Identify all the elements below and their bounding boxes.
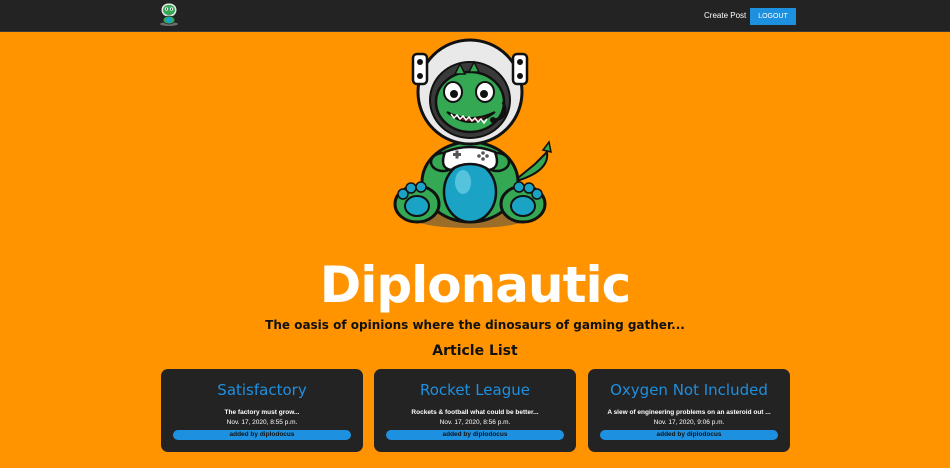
article-card-rocket-league[interactable]: Rocket League Rockets & football what co… bbox=[374, 369, 576, 452]
logout-button[interactable]: LOGOUT bbox=[750, 8, 796, 25]
article-author-badge: added by diplodocus bbox=[600, 430, 778, 440]
article-card-satisfactory[interactable]: Satisfactory The factory must grow... No… bbox=[161, 369, 363, 452]
astronaut-dinosaur-icon bbox=[393, 38, 552, 228]
site-tagline: The oasis of opinions where the dinosaur… bbox=[265, 318, 685, 332]
article-description: The factory must grow... bbox=[224, 409, 300, 416]
site-logo-icon[interactable] bbox=[158, 2, 180, 26]
article-date: Nov. 17, 2020, 8:56 p.m. bbox=[439, 419, 511, 426]
article-card-oxygen-not-included[interactable]: Oxygen Not Included A slew of engineerin… bbox=[588, 369, 790, 452]
article-title[interactable]: Oxygen Not Included bbox=[588, 381, 790, 399]
article-title[interactable]: Rocket League bbox=[374, 381, 576, 399]
article-title[interactable]: Satisfactory bbox=[161, 381, 363, 399]
article-date: Nov. 17, 2020, 8:55 p.m. bbox=[226, 419, 298, 426]
navbar: Create Post LOGOUT bbox=[0, 0, 950, 32]
site-title: Diplonautic bbox=[319, 256, 632, 314]
article-author-badge: added by diplodocus bbox=[173, 430, 351, 440]
article-description: A slew of engineering problems on an ast… bbox=[607, 409, 771, 416]
create-post-link[interactable]: Create Post bbox=[704, 11, 746, 20]
article-date: Nov. 17, 2020, 9:06 p.m. bbox=[653, 419, 725, 426]
article-description: Rockets & football what could be better.… bbox=[411, 409, 539, 416]
article-list-heading: Article List bbox=[432, 343, 518, 359]
article-author-badge: added by diplodocus bbox=[386, 430, 564, 440]
